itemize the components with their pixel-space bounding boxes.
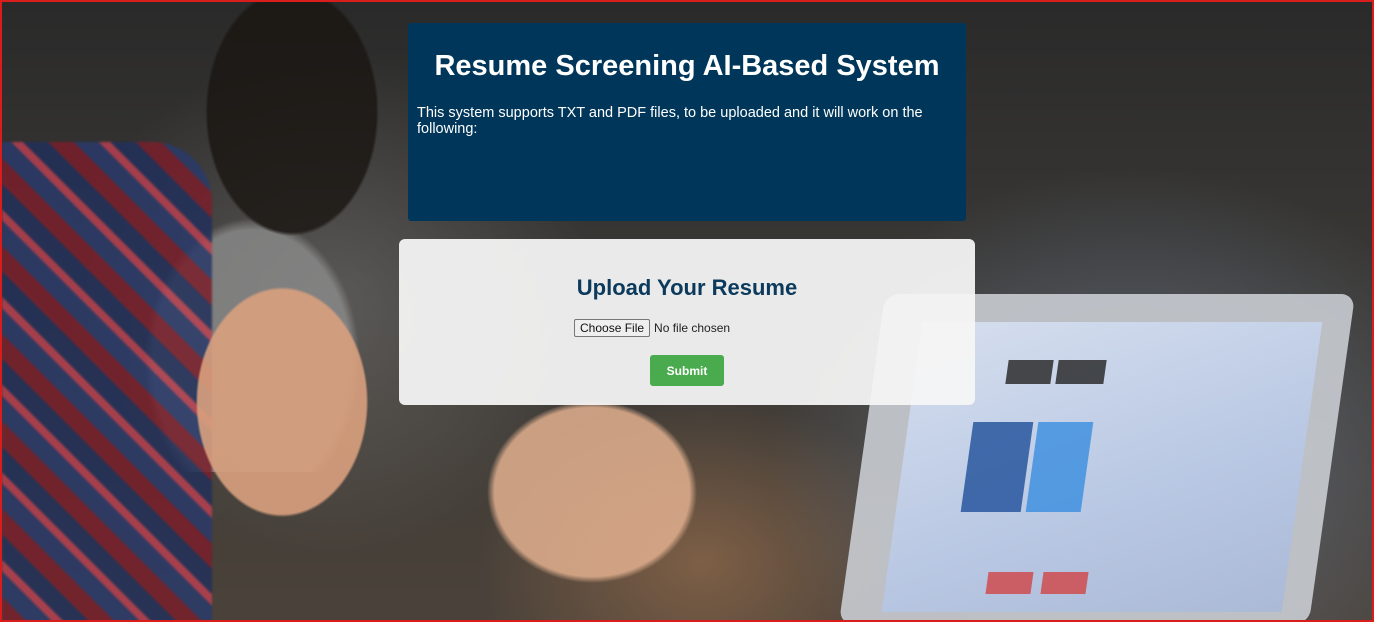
file-input-row: Choose File No file chosen xyxy=(574,319,730,337)
page-viewport: Resume Screening AI-Based System This sy… xyxy=(0,0,1374,622)
background-photo-detail xyxy=(1040,572,1089,594)
background-photo-detail xyxy=(1005,360,1054,384)
background-photo-detail xyxy=(960,422,1034,512)
background-photo-hand xyxy=(152,232,412,562)
upload-card: Upload Your Resume Choose File No file c… xyxy=(399,239,975,405)
system-description: This system supports TXT and PDF files, … xyxy=(417,105,923,137)
choose-file-button[interactable]: Choose File xyxy=(574,319,651,337)
header-panel: Resume Screening AI-Based System This sy… xyxy=(408,23,966,221)
page-title: Resume Screening AI-Based System xyxy=(434,50,940,82)
background-photo-detail xyxy=(1055,360,1107,384)
file-status-text: No file chosen xyxy=(654,321,731,335)
submit-button[interactable]: Submit xyxy=(650,355,724,386)
background-photo-detail xyxy=(985,572,1034,594)
upload-title: Upload Your Resume xyxy=(576,275,798,300)
